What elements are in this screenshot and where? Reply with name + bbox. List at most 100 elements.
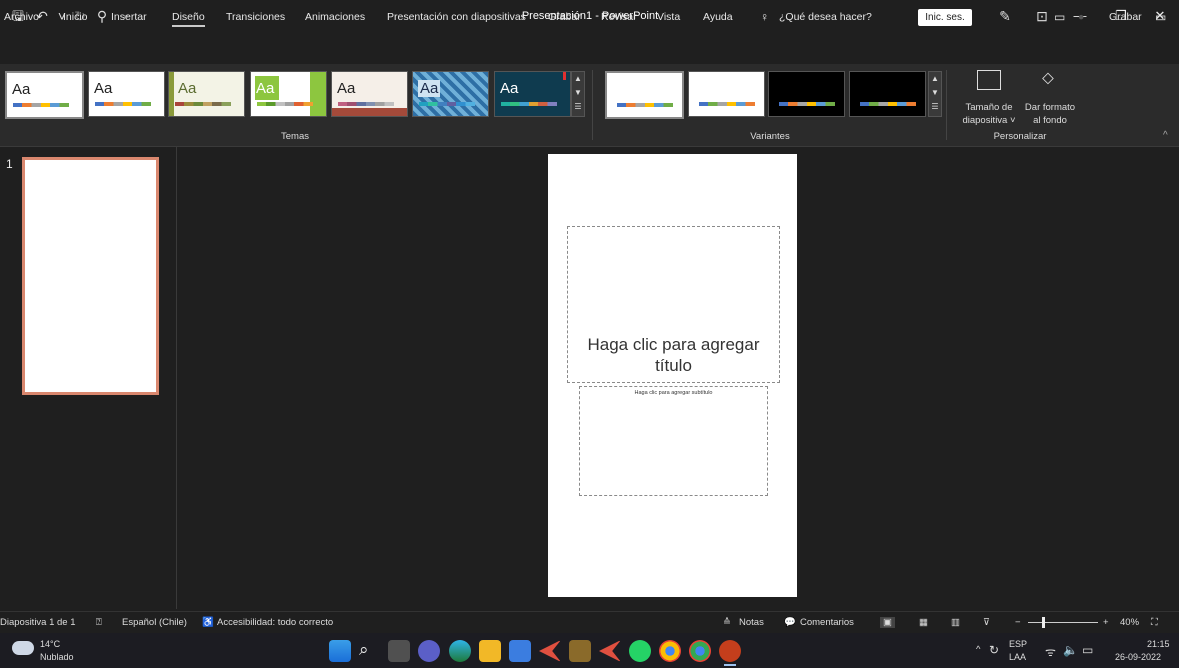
scroll-up-icon[interactable]: ▲ bbox=[929, 72, 941, 86]
weather-cloud-icon[interactable] bbox=[12, 641, 34, 655]
tab-inicio[interactable]: Inicio bbox=[63, 9, 88, 25]
search-icon[interactable]: ⌕ bbox=[359, 640, 369, 660]
file-explorer-icon[interactable] bbox=[479, 640, 501, 662]
variants-scroll[interactable]: ▲ ▼ ☰ bbox=[928, 71, 942, 117]
task-view-icon[interactable] bbox=[388, 640, 410, 662]
weather-desc[interactable]: Nublado bbox=[40, 652, 74, 662]
theme-accent bbox=[332, 108, 407, 116]
store-icon[interactable] bbox=[509, 640, 531, 662]
comments-icon[interactable]: ▭ bbox=[1054, 9, 1065, 25]
input-lang-2[interactable]: LAA bbox=[1009, 652, 1026, 662]
sign-in-button[interactable]: Inic. ses. bbox=[918, 9, 972, 26]
tab-ayuda[interactable]: Ayuda bbox=[703, 9, 733, 25]
theme-3[interactable]: Aa bbox=[168, 71, 245, 117]
customize-group-label: Personalizar bbox=[993, 131, 1047, 142]
theme-7[interactable]: Aa bbox=[494, 71, 571, 117]
scroll-down-icon[interactable]: ▼ bbox=[929, 86, 941, 100]
zoom-out-icon[interactable]: − bbox=[1015, 617, 1021, 628]
scroll-up-icon[interactable]: ▲ bbox=[572, 72, 584, 86]
tab-diseno[interactable]: Diseño bbox=[172, 9, 205, 27]
show-hidden-icons[interactable]: ^ bbox=[976, 644, 980, 655]
themes-scroll[interactable]: ▲ ▼ ☰ bbox=[571, 71, 585, 117]
chrome-icon[interactable] bbox=[659, 640, 681, 662]
chat-icon[interactable] bbox=[418, 640, 440, 662]
accessibility-status[interactable]: Accesibilidad: todo correcto bbox=[217, 617, 333, 628]
format-bg-line1: Dar formato bbox=[1024, 102, 1076, 113]
variant-2[interactable] bbox=[688, 71, 765, 117]
ribbon-display-icon[interactable]: ⊡ bbox=[1032, 6, 1052, 26]
slideshow-view-icon[interactable]: ⊽ bbox=[983, 617, 990, 628]
tab-archivo[interactable]: Archivo bbox=[4, 9, 39, 25]
zoom-level[interactable]: 40% bbox=[1120, 617, 1139, 628]
tab-presentacion[interactable]: Presentación con diapositivas bbox=[387, 9, 526, 25]
more-icon[interactable]: ☰ bbox=[572, 100, 584, 114]
subtitle-placeholder[interactable]: Haga clic para agregar subtítulo bbox=[579, 386, 768, 496]
color-swatch bbox=[501, 102, 557, 106]
theme-label: Aa bbox=[500, 80, 519, 97]
accessibility-icon[interactable]: ♿ bbox=[202, 617, 214, 628]
spellcheck-icon[interactable]: ⍰ bbox=[96, 617, 102, 628]
present-icon[interactable]: ⚲ bbox=[92, 6, 112, 26]
zoom-slider-thumb[interactable] bbox=[1042, 617, 1045, 628]
fit-slide-icon[interactable]: ⛶ bbox=[1151, 617, 1158, 628]
theme-5[interactable]: Aa bbox=[331, 71, 408, 117]
zoom-in-icon[interactable]: + bbox=[1103, 617, 1109, 628]
tab-vista[interactable]: Vista bbox=[657, 9, 680, 25]
input-lang-1[interactable]: ESP bbox=[1009, 639, 1027, 649]
powerpoint-icon[interactable] bbox=[719, 640, 741, 662]
battery-icon[interactable]: ▭ bbox=[1082, 643, 1093, 657]
theme-label: Aa bbox=[418, 80, 441, 97]
title-placeholder-text: Haga clic para agregar título bbox=[568, 334, 779, 376]
wifi-icon[interactable]: ᯤ bbox=[1045, 643, 1056, 660]
lightbulb-icon[interactable]: ♀ bbox=[760, 9, 769, 25]
slide-sorter-icon[interactable]: ▦ bbox=[919, 617, 928, 628]
collapse-ribbon-icon[interactable]: ^ bbox=[1163, 130, 1168, 141]
format-background-button[interactable]: ⬦ Dar formato al fondo bbox=[1020, 68, 1080, 128]
pen-icon[interactable]: ✎ bbox=[995, 6, 1015, 26]
notes-button[interactable]: Notas bbox=[739, 617, 764, 628]
share-icon[interactable]: ▭ bbox=[1155, 9, 1166, 25]
slide-size-button[interactable]: Tamaño de diapositiva ˅ bbox=[957, 68, 1021, 128]
volume-muted-icon[interactable]: 🔈 bbox=[1063, 643, 1078, 657]
variant-3[interactable] bbox=[768, 71, 845, 117]
theme-2[interactable]: Aa bbox=[88, 71, 165, 117]
theme-4[interactable]: Aa bbox=[250, 71, 327, 117]
tab-transiciones[interactable]: Transiciones bbox=[226, 9, 285, 25]
comments-button[interactable]: Comentarios bbox=[800, 617, 854, 628]
edge-icon[interactable] bbox=[449, 640, 471, 662]
tab-grabar[interactable]: Grabar bbox=[548, 9, 581, 25]
theme-6[interactable]: Aa bbox=[412, 71, 489, 117]
variant-4[interactable] bbox=[849, 71, 926, 117]
normal-view-icon[interactable]: ▣ bbox=[880, 617, 895, 628]
theme-office[interactable]: Aa bbox=[5, 71, 84, 119]
reading-view-icon[interactable]: ▥ bbox=[951, 617, 960, 628]
scroll-down-icon[interactable]: ▼ bbox=[572, 86, 584, 100]
tab-insertar[interactable]: Insertar bbox=[111, 9, 147, 25]
game-icon[interactable] bbox=[569, 640, 591, 662]
tab-animaciones[interactable]: Animaciones bbox=[305, 9, 365, 25]
record-button[interactable]: Grabar bbox=[1109, 9, 1142, 25]
notes-icon[interactable]: ≙ bbox=[723, 617, 731, 628]
color-swatch bbox=[257, 102, 313, 106]
theme-accent bbox=[169, 72, 174, 116]
variants-group-label: Variantes bbox=[750, 131, 790, 142]
clock-time[interactable]: 21:15 bbox=[1147, 639, 1170, 649]
comments-status-icon[interactable]: 💬 bbox=[784, 617, 796, 628]
tell-me-input[interactable]: ¿Qué desea hacer? bbox=[779, 9, 872, 25]
weather-temp[interactable]: 14°C bbox=[40, 639, 60, 649]
chrome-profile-icon[interactable] bbox=[689, 640, 711, 662]
language-indicator[interactable]: Español (Chile) bbox=[122, 617, 187, 628]
start-icon[interactable] bbox=[329, 640, 351, 662]
slide-number: 1 bbox=[6, 157, 13, 171]
clock-date[interactable]: 26-09-2022 bbox=[1115, 652, 1161, 662]
tab-revisar[interactable]: Revisar bbox=[601, 9, 637, 25]
color-swatch bbox=[13, 103, 69, 107]
zoom-slider-track[interactable] bbox=[1028, 622, 1098, 623]
whatsapp-icon[interactable] bbox=[629, 640, 651, 662]
subtitle-placeholder-text: Haga clic para agregar subtítulo bbox=[634, 390, 713, 396]
sync-icon[interactable]: ↻ bbox=[989, 643, 999, 657]
slide-thumbnail[interactable] bbox=[22, 157, 159, 395]
title-placeholder[interactable]: Haga clic para agregar título bbox=[567, 226, 780, 383]
more-icon[interactable]: ☰ bbox=[929, 100, 941, 114]
variant-1[interactable] bbox=[605, 71, 684, 119]
